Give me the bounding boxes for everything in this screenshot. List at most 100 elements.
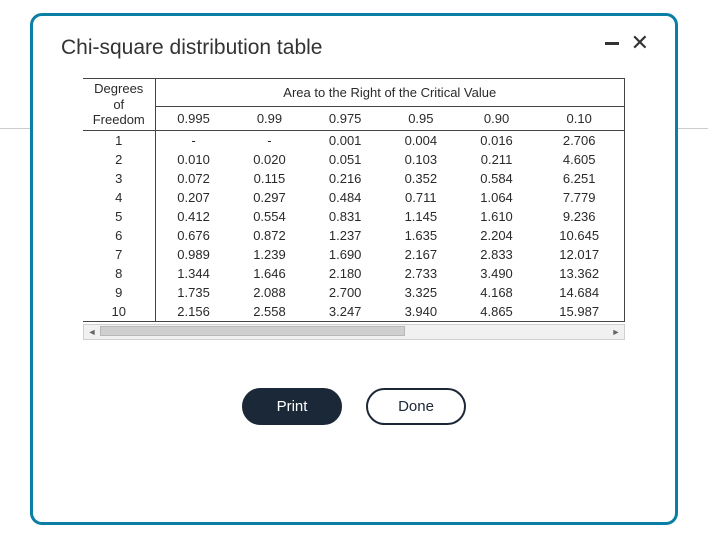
value-cell: 2.167: [383, 245, 459, 264]
value-cell: 12.017: [534, 245, 624, 264]
value-cell: 2.733: [383, 264, 459, 283]
col-header: 0.995: [155, 107, 232, 131]
window-controls: ✕: [605, 32, 649, 54]
col-header: 0.90: [459, 107, 535, 131]
table-row: 30.0720.1150.2160.3520.5846.251: [83, 169, 625, 188]
close-icon[interactable]: ✕: [631, 32, 649, 54]
value-cell: 4.865: [459, 302, 535, 322]
minimize-icon[interactable]: [605, 42, 619, 45]
col-header: 0.99: [232, 107, 308, 131]
df-cell: 4: [83, 188, 155, 207]
value-cell: 2.700: [307, 283, 383, 302]
done-button[interactable]: Done: [366, 388, 466, 425]
value-cell: 1.237: [307, 226, 383, 245]
value-cell: 4.605: [534, 150, 624, 169]
value-cell: 0.484: [307, 188, 383, 207]
value-cell: 0.352: [383, 169, 459, 188]
df-cell: 2: [83, 150, 155, 169]
value-cell: 1.690: [307, 245, 383, 264]
value-cell: 1.064: [459, 188, 535, 207]
value-cell: 4.168: [459, 283, 535, 302]
value-cell: 1.344: [155, 264, 232, 283]
value-cell: 0.412: [155, 207, 232, 226]
value-cell: 0.211: [459, 150, 535, 169]
value-cell: 2.833: [459, 245, 535, 264]
value-cell: 0.020: [232, 150, 308, 169]
table-row: 40.2070.2970.4840.7111.0647.779: [83, 188, 625, 207]
value-cell: 0.207: [155, 188, 232, 207]
col-header: 0.975: [307, 107, 383, 131]
value-cell: 2.088: [232, 283, 308, 302]
value-cell: 2.156: [155, 302, 232, 322]
value-cell: 0.103: [383, 150, 459, 169]
df-cell: 6: [83, 226, 155, 245]
value-cell: 10.645: [534, 226, 624, 245]
page-title: Chi-square distribution table: [61, 36, 647, 60]
value-cell: 2.558: [232, 302, 308, 322]
df-cell: 1: [83, 130, 155, 150]
value-cell: -: [232, 130, 308, 150]
value-cell: 1.646: [232, 264, 308, 283]
table-row: 60.6760.8721.2371.6352.20410.645: [83, 226, 625, 245]
value-cell: 3.247: [307, 302, 383, 322]
value-cell: 0.989: [155, 245, 232, 264]
scroll-track[interactable]: [100, 325, 608, 339]
value-cell: 0.584: [459, 169, 535, 188]
value-cell: 2.180: [307, 264, 383, 283]
value-cell: 1.145: [383, 207, 459, 226]
value-cell: 3.490: [459, 264, 535, 283]
value-cell: 0.001: [307, 130, 383, 150]
table-row: 70.9891.2391.6902.1672.83312.017: [83, 245, 625, 264]
value-cell: 0.115: [232, 169, 308, 188]
value-cell: 15.987: [534, 302, 624, 322]
df-cell: 9: [83, 283, 155, 302]
print-button[interactable]: Print: [242, 388, 342, 425]
value-cell: 3.940: [383, 302, 459, 322]
df-header-line2: Freedom: [93, 112, 145, 127]
table-container: Degrees of Freedom Area to the Right of …: [83, 78, 625, 322]
scroll-thumb[interactable]: [100, 326, 405, 336]
area-header: Area to the Right of the Critical Value: [155, 79, 625, 107]
value-cell: 2.706: [534, 130, 624, 150]
value-cell: 9.236: [534, 207, 624, 226]
df-cell: 7: [83, 245, 155, 264]
table-row: 50.4120.5540.8311.1451.6109.236: [83, 207, 625, 226]
table-row: 91.7352.0882.7003.3254.16814.684: [83, 283, 625, 302]
value-cell: 0.872: [232, 226, 308, 245]
value-cell: 0.297: [232, 188, 308, 207]
value-cell: 1.610: [459, 207, 535, 226]
value-cell: 14.684: [534, 283, 624, 302]
scroll-left-icon[interactable]: ◄: [84, 325, 100, 339]
value-cell: 0.676: [155, 226, 232, 245]
value-cell: 2.204: [459, 226, 535, 245]
col-header: 0.10: [534, 107, 624, 131]
value-cell: 0.216: [307, 169, 383, 188]
value-cell: 1.635: [383, 226, 459, 245]
table-row: 102.1562.5583.2473.9404.86515.987: [83, 302, 625, 322]
button-row: Print Done: [61, 388, 647, 425]
col-header: 0.95: [383, 107, 459, 131]
modal-header: Chi-square distribution table ✕: [61, 36, 647, 60]
value-cell: 0.051: [307, 150, 383, 169]
table-row: 20.0100.0200.0510.1030.2114.605: [83, 150, 625, 169]
value-cell: 0.016: [459, 130, 535, 150]
df-cell: 3: [83, 169, 155, 188]
value-cell: -: [155, 130, 232, 150]
df-cell: 10: [83, 302, 155, 322]
horizontal-scrollbar[interactable]: ◄ ►: [83, 324, 625, 340]
value-cell: 7.779: [534, 188, 624, 207]
table-row: 1--0.0010.0040.0162.706: [83, 130, 625, 150]
value-cell: 0.072: [155, 169, 232, 188]
value-cell: 3.325: [383, 283, 459, 302]
value-cell: 0.554: [232, 207, 308, 226]
df-cell: 8: [83, 264, 155, 283]
scroll-right-icon[interactable]: ►: [608, 325, 624, 339]
value-cell: 0.004: [383, 130, 459, 150]
value-cell: 0.010: [155, 150, 232, 169]
value-cell: 13.362: [534, 264, 624, 283]
chi-square-table: Degrees of Freedom Area to the Right of …: [83, 78, 625, 322]
value-cell: 0.831: [307, 207, 383, 226]
modal-dialog: Chi-square distribution table ✕ Degrees …: [30, 13, 678, 525]
value-cell: 1.239: [232, 245, 308, 264]
value-cell: 6.251: [534, 169, 624, 188]
